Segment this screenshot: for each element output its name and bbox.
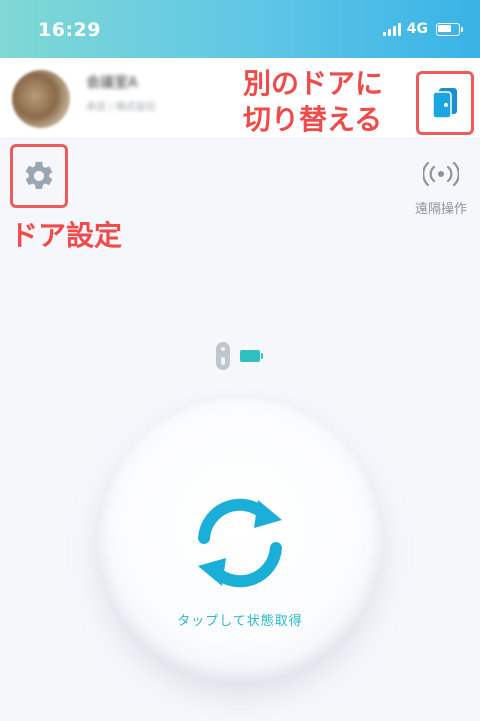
gear-icon <box>25 161 53 190</box>
status-bar: 16:29 4G <box>0 0 480 58</box>
door-settings-annotation: ドア設定 <box>10 219 123 252</box>
lock-battery-icon <box>240 350 263 362</box>
door-avatar <box>12 70 70 128</box>
switch-door-button[interactable] <box>416 71 474 135</box>
lock-status <box>216 342 263 370</box>
switch-door-annotation: 別のドアに 切り替える <box>243 66 383 138</box>
door-name: 会議室A <box>86 75 138 91</box>
door-settings-button[interactable] <box>10 144 68 208</box>
lock-cylinder-icon <box>216 342 230 370</box>
remote-operation-button[interactable]: 遠隔操作 <box>405 161 477 217</box>
battery-icon <box>436 22 463 36</box>
switch-door-annotation-line1: 別のドアに <box>243 67 384 100</box>
signal-icon <box>382 22 401 36</box>
broadcast-icon <box>422 161 460 187</box>
refresh-status-button[interactable]: タップして状態取得 <box>98 398 382 682</box>
network-type: 4G <box>406 21 428 37</box>
status-time: 16:29 <box>38 19 101 41</box>
remote-operation-label: 遠隔操作 <box>414 202 467 217</box>
refresh-status-label: タップして状態取得 <box>177 614 303 629</box>
door-subtitle: 本店 / 株式会社 <box>86 102 156 113</box>
door-icon <box>432 88 457 119</box>
status-indicators: 4G <box>382 21 463 37</box>
door-header[interactable]: 会議室A 本店 / 株式会社 <box>0 58 480 139</box>
refresh-icon <box>198 498 282 588</box>
switch-door-annotation-line2: 切り替える <box>243 103 383 136</box>
